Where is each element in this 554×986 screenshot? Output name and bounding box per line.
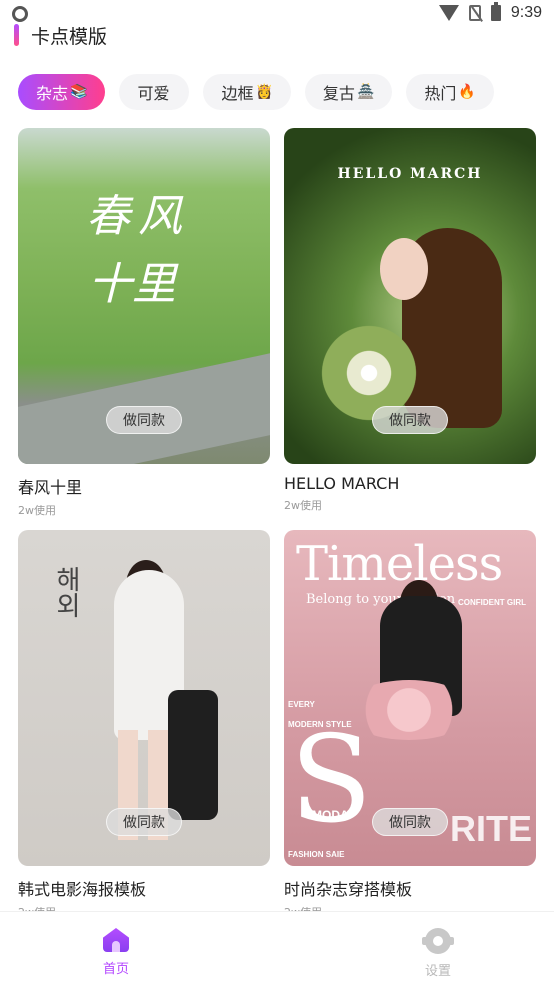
nav-settings-label: 设置 [424,964,451,979]
template-thumbnail[interactable]: HELLO MARCH 做同款 [284,128,536,464]
tab-label: 可爱 [137,84,170,103]
template-title: HELLO MARCH [284,474,400,493]
no-sim-icon [468,5,481,21]
template-title: 时尚杂志穿搭模板 [284,880,413,899]
template-usage-count: 2w使用 [18,504,56,517]
template-card[interactable]: 해외 做同款 韩式电影海报模板 2w使用 [18,530,270,920]
page-title: 卡点模版 [31,25,108,48]
poster-calligraphy: 春风 [86,191,190,242]
tab-label: 热门 [424,84,457,103]
app-notification-icon [12,6,28,22]
tab-retro[interactable]: 复古 🏯 [304,74,393,110]
template-title: 韩式电影海报模板 [18,880,147,899]
template-usage-count: 2w使用 [284,499,322,512]
coat-shape [168,690,218,820]
tab-cute[interactable]: 可爱 [119,74,190,110]
make-same-button[interactable]: 做同款 [106,406,182,434]
poster-label-every: EVERY [288,700,315,709]
nav-home-label: 首页 [102,962,129,977]
tab-magazine[interactable]: 杂志 📚 [18,74,106,110]
status-time: 9:39 [510,4,542,21]
template-card[interactable]: HELLO MARCH 做同款 HELLO MARCH 2w使用 [284,128,536,513]
battery-icon [490,2,501,21]
poster-calligraphy-second-line: 十里 [88,259,176,310]
tab-border[interactable]: 边框 👸 [203,74,291,110]
template-thumbnail[interactable]: 해외 做同款 [18,530,270,866]
face-shape [380,238,428,300]
princess-icon: 👸 [255,84,273,100]
title-accent-bar [14,24,19,46]
poster-heading: Timeless [296,536,503,592]
bottom-navigation: 首页 设置 [0,912,554,986]
poster-vertical-text: 해외 [51,566,81,618]
gear-icon [422,928,454,954]
poster-side-text: RITE [449,808,532,849]
nav-home[interactable]: 首页 [86,928,146,977]
tab-label: 边框 [221,84,254,103]
books-icon: 📚 [70,84,88,100]
tab-label: 复古 [322,84,355,103]
app-header: 卡点模版 [14,22,107,48]
make-same-button[interactable]: 做同款 [372,808,448,836]
poster-heading: HELLO MARCH [337,166,483,182]
poster-label-fashion: FASHION SAIE [288,850,345,859]
tab-hot[interactable]: 热门 🔥 [406,74,494,110]
tab-label: 杂志 [36,84,69,103]
make-same-button[interactable]: 做同款 [106,808,182,836]
home-icon [103,928,129,952]
fire-icon: 🔥 [458,84,476,100]
make-same-button[interactable]: 做同款 [372,406,448,434]
category-tabs: 杂志 📚 可爱 边框 👸 复古 🏯 热门 🔥 [18,74,494,110]
status-right-group: 9:39 [438,2,542,22]
poster-label-modern-style: MODERN STYLE [288,720,352,729]
template-thumbnail[interactable]: Timeless Belong to your fashion S RITE M… [284,530,536,866]
template-thumbnail[interactable]: 春风 十里 做同款 [18,128,270,464]
nav-settings[interactable]: 设置 [408,928,468,979]
template-card[interactable]: Timeless Belong to your fashion S RITE M… [284,530,536,920]
wifi-signal-icon [438,5,459,21]
poster-label-confident-girl: CONFIDENT GIRL [458,598,526,607]
poster-label-moda: MODA [312,808,349,822]
template-title: 春风十里 [18,478,83,497]
road-shape [18,345,270,464]
template-card[interactable]: 春风 十里 做同款 春风十里 2w使用 [18,128,270,518]
castle-icon: 🏯 [356,84,375,100]
